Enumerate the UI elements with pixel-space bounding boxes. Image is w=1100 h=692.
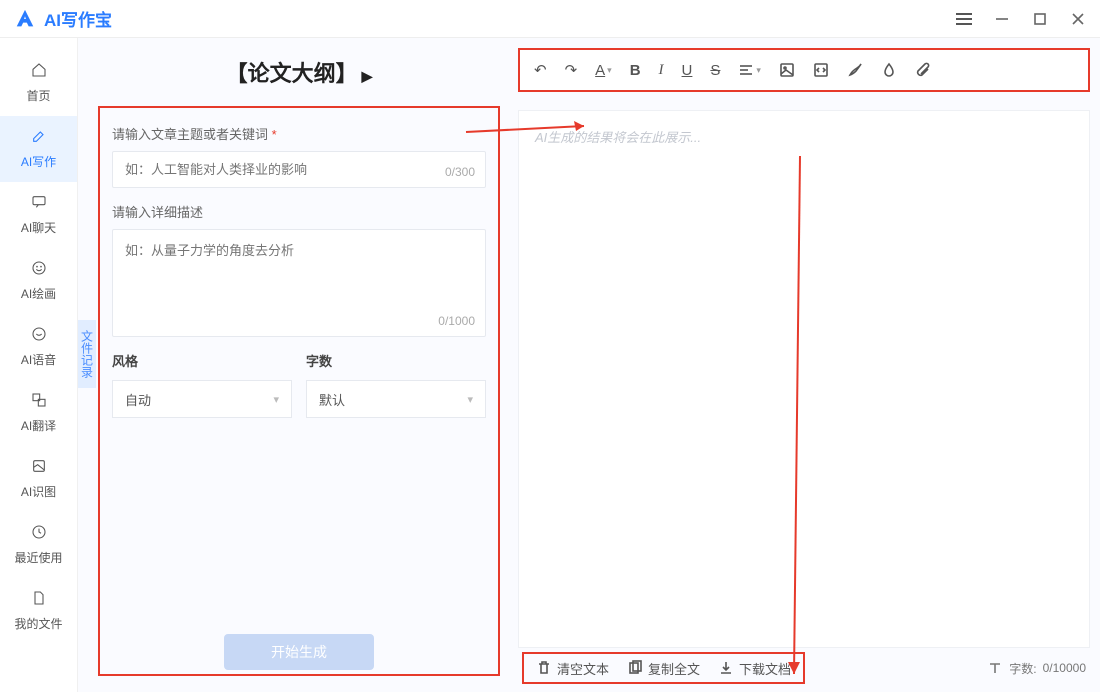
sidebar-label: AI语音: [21, 351, 56, 368]
clock-icon: [31, 524, 47, 545]
word-count: 字数: 0/10000: [987, 660, 1086, 677]
desc-input-wrap: 0/1000: [112, 229, 486, 337]
minimize-button[interactable]: [994, 11, 1010, 27]
download-icon: [718, 660, 734, 676]
section-title: 【论文大纲】▶: [98, 56, 500, 88]
sidebar-label: 我的文件: [14, 615, 62, 632]
editor-area[interactable]: AI生成的结果将会在此展示...: [518, 110, 1090, 648]
chevron-down-icon: ▾: [273, 393, 279, 406]
sidebar-label: AI翻译: [21, 417, 56, 434]
drop-button[interactable]: [881, 62, 897, 78]
trash-icon: [536, 660, 552, 676]
titlebar: AI写作宝: [0, 0, 1100, 38]
brush-button[interactable]: [847, 62, 863, 78]
sidebar-label: AI识图: [21, 483, 56, 500]
sidebar: 首页 AI写作 AI聊天 AI绘画 AI语音 AI翻译 AI识图 最近使用: [0, 38, 78, 692]
sidebar-label: AI聊天: [21, 219, 56, 236]
clear-text-button[interactable]: 清空文本: [536, 659, 609, 678]
count-select[interactable]: 默认 ▾: [306, 380, 486, 418]
file-icon: [31, 590, 47, 611]
align-button[interactable]: ▾: [738, 62, 761, 78]
maximize-button[interactable]: [1032, 11, 1048, 27]
copy-icon: [627, 660, 643, 676]
footer-actions-box: 清空文本 复制全文 下载文档: [522, 652, 805, 684]
generate-button[interactable]: 开始生成: [224, 634, 374, 670]
desc-counter: 0/1000: [438, 314, 475, 328]
sidebar-label: AI绘画: [21, 285, 56, 302]
sidebar-item-home[interactable]: 首页: [0, 50, 77, 116]
desc-input[interactable]: [113, 230, 485, 304]
sidebar-item-ai-ocr[interactable]: AI识图: [0, 446, 77, 512]
home-icon: [31, 62, 47, 83]
copy-all-button[interactable]: 复制全文: [627, 659, 700, 678]
close-button[interactable]: [1070, 11, 1086, 27]
app-name: AI写作宝: [44, 6, 112, 31]
underline-button[interactable]: U: [682, 62, 693, 79]
style-label: 风格: [112, 351, 292, 370]
desc-label: 请输入详细描述: [112, 202, 486, 221]
editor-placeholder: AI生成的结果将会在此展示...: [535, 130, 701, 145]
image-button[interactable]: [779, 62, 795, 78]
redo-button[interactable]: ↷: [565, 61, 578, 79]
sidebar-label: AI写作: [21, 153, 56, 170]
smile-icon: [31, 260, 47, 281]
sidebar-item-ai-write[interactable]: AI写作: [0, 116, 77, 182]
download-doc-button[interactable]: 下载文档: [718, 659, 791, 678]
form-highlight-box: 请输入文章主题或者关键词 * 0/300 请输入详细描述 0/1000 风格 自…: [98, 106, 500, 676]
sidebar-item-ai-voice[interactable]: AI语音: [0, 314, 77, 380]
topic-input-wrap: 0/300: [112, 151, 486, 188]
image-scan-icon: [31, 458, 47, 479]
app-logo-icon: [14, 8, 36, 30]
attachment-button[interactable]: [915, 62, 931, 78]
voice-icon: [31, 326, 47, 347]
translate-icon: [31, 392, 47, 413]
style-select[interactable]: 自动 ▾: [112, 380, 292, 418]
text-color-button[interactable]: A▾: [595, 62, 612, 79]
menu-icon[interactable]: [956, 11, 972, 27]
chat-icon: [31, 194, 47, 215]
strikethrough-button[interactable]: S: [710, 62, 720, 79]
code-button[interactable]: [813, 62, 829, 78]
topic-input[interactable]: [113, 152, 485, 187]
edit-icon: [31, 128, 47, 149]
topic-label: 请输入文章主题或者关键词 *: [112, 124, 486, 143]
chevron-down-icon: ▾: [467, 393, 473, 406]
input-panel: 【论文大纲】▶ 请输入文章主题或者关键词 * 0/300 请输入详细描述 0/1…: [78, 38, 508, 692]
sidebar-item-ai-chat[interactable]: AI聊天: [0, 182, 77, 248]
sidebar-item-ai-translate[interactable]: AI翻译: [0, 380, 77, 446]
editor-footer: 清空文本 复制全文 下载文档 字数: 0/10000: [518, 654, 1090, 682]
sidebar-label: 首页: [26, 87, 50, 104]
play-icon: ▶: [362, 68, 373, 85]
sidebar-item-ai-draw[interactable]: AI绘画: [0, 248, 77, 314]
sidebar-label: 最近使用: [14, 549, 62, 566]
editor-panel: ↶ ↷ A▾ B I U S ▾ AI生成的结果将会在此展示...: [508, 38, 1100, 692]
window-controls: [956, 11, 1086, 27]
logo-area: AI写作宝: [14, 6, 112, 31]
bold-button[interactable]: B: [630, 62, 641, 79]
topic-counter: 0/300: [445, 165, 475, 179]
italic-button[interactable]: I: [659, 62, 664, 79]
undo-button[interactable]: ↶: [534, 61, 547, 79]
editor-toolbar: ↶ ↷ A▾ B I U S ▾: [518, 48, 1090, 92]
file-record-tab[interactable]: 文件记录: [78, 320, 96, 388]
text-count-icon: [987, 660, 1003, 676]
sidebar-item-recent[interactable]: 最近使用: [0, 512, 77, 578]
count-label: 字数: [306, 351, 486, 370]
sidebar-item-my-files[interactable]: 我的文件: [0, 578, 77, 644]
